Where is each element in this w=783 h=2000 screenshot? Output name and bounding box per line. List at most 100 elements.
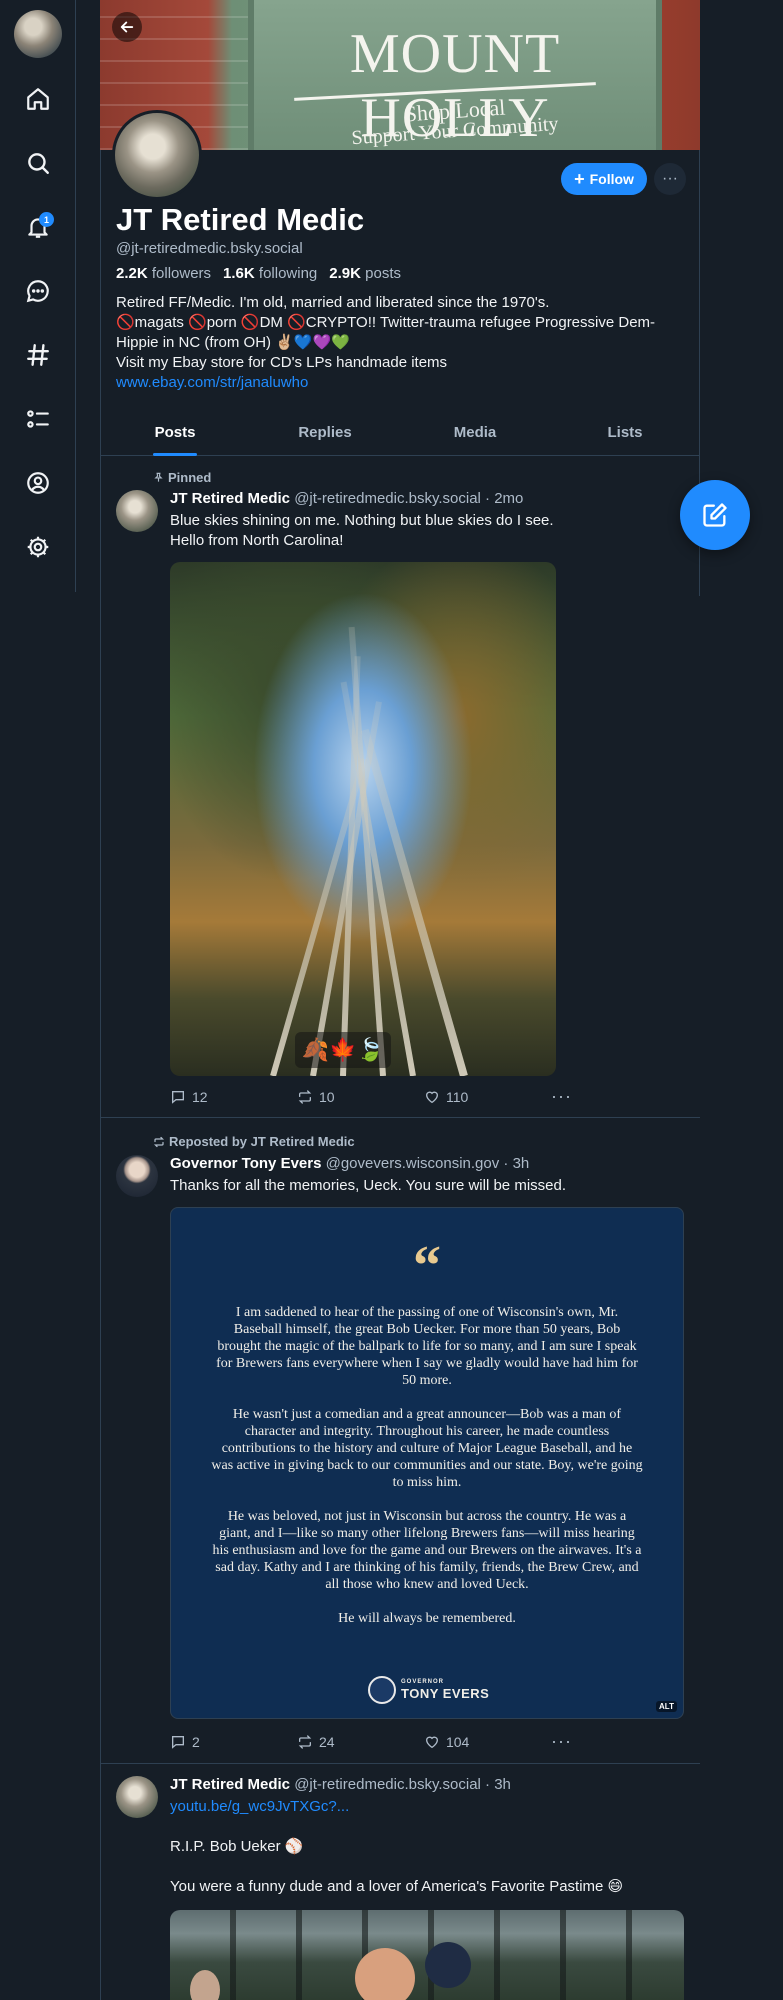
nav-notifications[interactable]: 1 <box>18 207 58 247</box>
alt-text-badge[interactable]: ALT <box>656 1701 677 1712</box>
nav-search[interactable] <box>18 143 58 183</box>
profile-handle: @jt-retiredmedic.bsky.social <box>116 240 303 257</box>
pinned-indicator: Pinned <box>153 470 211 485</box>
posts-count: 2.9K <box>329 265 361 282</box>
gear-icon <box>27 536 49 558</box>
statement-image[interactable]: “ I am saddened to hear of the passing o… <box>170 1207 684 1719</box>
nav-feeds[interactable] <box>18 335 58 375</box>
following-label: following <box>258 265 318 282</box>
reply-icon <box>172 1090 184 1104</box>
author-handle[interactable]: @jt-retiredmedic.bsky.social <box>294 490 481 507</box>
repost-button[interactable]: 10 <box>297 1086 424 1107</box>
like-count: 104 <box>445 1733 470 1750</box>
pin-icon <box>154 472 163 482</box>
arrow-left-icon <box>120 21 134 33</box>
back-button[interactable] <box>112 12 142 42</box>
nav-chat[interactable] <box>18 271 58 311</box>
image-emoji-overlay: 🍂🍁🍃 <box>295 1032 391 1068</box>
bio-link[interactable]: www.ebay.com/str/janaluwho <box>116 373 676 393</box>
seal-caption-small: GOVERNOR <box>401 1679 445 1685</box>
post-image-forest[interactable]: 🍂🍁🍃 <box>170 562 556 1076</box>
post-text: Blue skies shining on me. Nothing but bl… <box>170 511 690 551</box>
repost-count: 24 <box>318 1733 335 1750</box>
chat-bubble-icon <box>26 280 49 303</box>
reply-count: 2 <box>192 1733 200 1750</box>
posts-stat: 2.9K posts <box>329 265 401 282</box>
reply-button[interactable]: 12 <box>170 1086 297 1107</box>
seal-caption-name: TONY EVERS <box>401 1686 490 1701</box>
post-text: youtu.be/g_wc9JvTXGc?... R.I.P. Bob Ueke… <box>170 1797 690 1897</box>
author-name[interactable]: Governor Tony Evers <box>170 1155 321 1172</box>
post-header: JT Retired Medic @jt-retiredmedic.bsky.s… <box>170 1776 511 1793</box>
nav-settings[interactable] <box>18 527 58 567</box>
list-icon <box>27 410 49 428</box>
tab-lists[interactable]: Lists <box>550 416 700 455</box>
post-more-button[interactable]: ··· <box>551 1086 590 1107</box>
tab-replies[interactable]: Replies <box>250 416 400 455</box>
posts-label: posts <box>365 265 401 282</box>
post-more-button[interactable]: ··· <box>551 1731 590 1752</box>
nav-profile[interactable] <box>18 463 58 503</box>
video-thumbnail[interactable] <box>170 1910 684 2000</box>
tab-media[interactable]: Media <box>400 416 550 455</box>
following-stat[interactable]: 1.6K following <box>223 265 317 282</box>
bio-line: Visit my Ebay store for CD's LPs handmad… <box>116 354 448 371</box>
current-user-avatar[interactable] <box>14 10 62 58</box>
profile-avatar[interactable] <box>112 110 202 200</box>
repost-icon <box>298 1089 312 1104</box>
follow-button[interactable]: + Follow <box>561 163 647 195</box>
home-icon <box>27 88 49 110</box>
reply-icon <box>172 1735 184 1749</box>
author-name[interactable]: JT Retired Medic <box>170 1776 290 1793</box>
like-button[interactable]: 104 <box>424 1731 551 1752</box>
post-actions: 12 10 110 ··· <box>170 1086 590 1107</box>
like-count: 110 <box>445 1088 469 1105</box>
banner-sign: MOUNT HOLLY Shop Local Support Your Comm… <box>248 0 662 150</box>
author-avatar[interactable] <box>116 1776 158 1818</box>
profile-more-button[interactable]: ··· <box>654 163 686 195</box>
compose-post-button[interactable] <box>680 480 750 550</box>
author-avatar[interactable] <box>116 1155 158 1197</box>
followers-label: followers <box>151 265 212 282</box>
post-actions: 2 24 104 ··· <box>170 1731 590 1752</box>
hashtag-icon <box>27 344 49 366</box>
profile-tabs: Posts Replies Media Lists <box>100 416 700 456</box>
heart-icon <box>425 1736 438 1748</box>
follow-label: Follow <box>589 171 634 187</box>
pencil-square-icon <box>703 503 727 527</box>
followers-count: 2.2K <box>116 265 148 282</box>
post-time[interactable]: · 2mo <box>485 490 523 507</box>
statement-paragraph: I am saddened to hear of the passing of … <box>216 1305 638 1388</box>
repost-button[interactable]: 24 <box>297 1731 424 1752</box>
profile-column: MOUNT HOLLY Shop Local Support Your Comm… <box>100 0 700 2000</box>
repost-icon <box>298 1734 312 1749</box>
heart-icon <box>425 1091 438 1103</box>
reply-count: 12 <box>192 1088 208 1105</box>
post-time[interactable]: · 3h <box>485 1776 511 1793</box>
statement-paragraph: He will always be remembered. <box>338 1611 516 1626</box>
statement-text: I am saddened to hear of the passing of … <box>211 1304 643 1644</box>
repost-count: 10 <box>318 1088 335 1105</box>
ellipsis-icon: ··· <box>550 1731 572 1751</box>
statement-paragraph: He was beloved, not just in Wisconsin bu… <box>212 1509 642 1592</box>
profile-stats: 2.2K followers 1.6K following 2.9K posts <box>116 265 401 282</box>
author-avatar[interactable] <box>116 490 158 532</box>
reposted-by-label[interactable]: Reposted by JT Retired Medic <box>169 1134 355 1149</box>
left-nav-rail: 1 <box>0 0 76 592</box>
author-name[interactable]: JT Retired Medic <box>170 490 290 507</box>
followers-stat[interactable]: 2.2K followers <box>116 265 211 282</box>
youtube-link[interactable]: youtu.be/g_wc9JvTXGc?... <box>170 1798 349 1815</box>
post-time[interactable]: · 3h <box>503 1155 529 1172</box>
reply-button[interactable]: 2 <box>170 1731 297 1752</box>
search-icon <box>28 153 49 174</box>
tab-posts[interactable]: Posts <box>100 416 250 455</box>
post-header: Governor Tony Evers @govevers.wisconsin.… <box>170 1155 529 1172</box>
like-button[interactable]: 110 <box>424 1086 551 1107</box>
post-text-line: You were a funny dude and a lover of Ame… <box>170 1878 624 1895</box>
author-handle[interactable]: @govevers.wisconsin.gov <box>326 1155 500 1172</box>
nav-home[interactable] <box>18 79 58 119</box>
post-text-line: R.I.P. Bob Ueker ⚾ <box>170 1838 304 1855</box>
person-figure <box>425 1942 471 1988</box>
author-handle[interactable]: @jt-retiredmedic.bsky.social <box>294 1776 481 1793</box>
nav-lists[interactable] <box>18 399 58 439</box>
